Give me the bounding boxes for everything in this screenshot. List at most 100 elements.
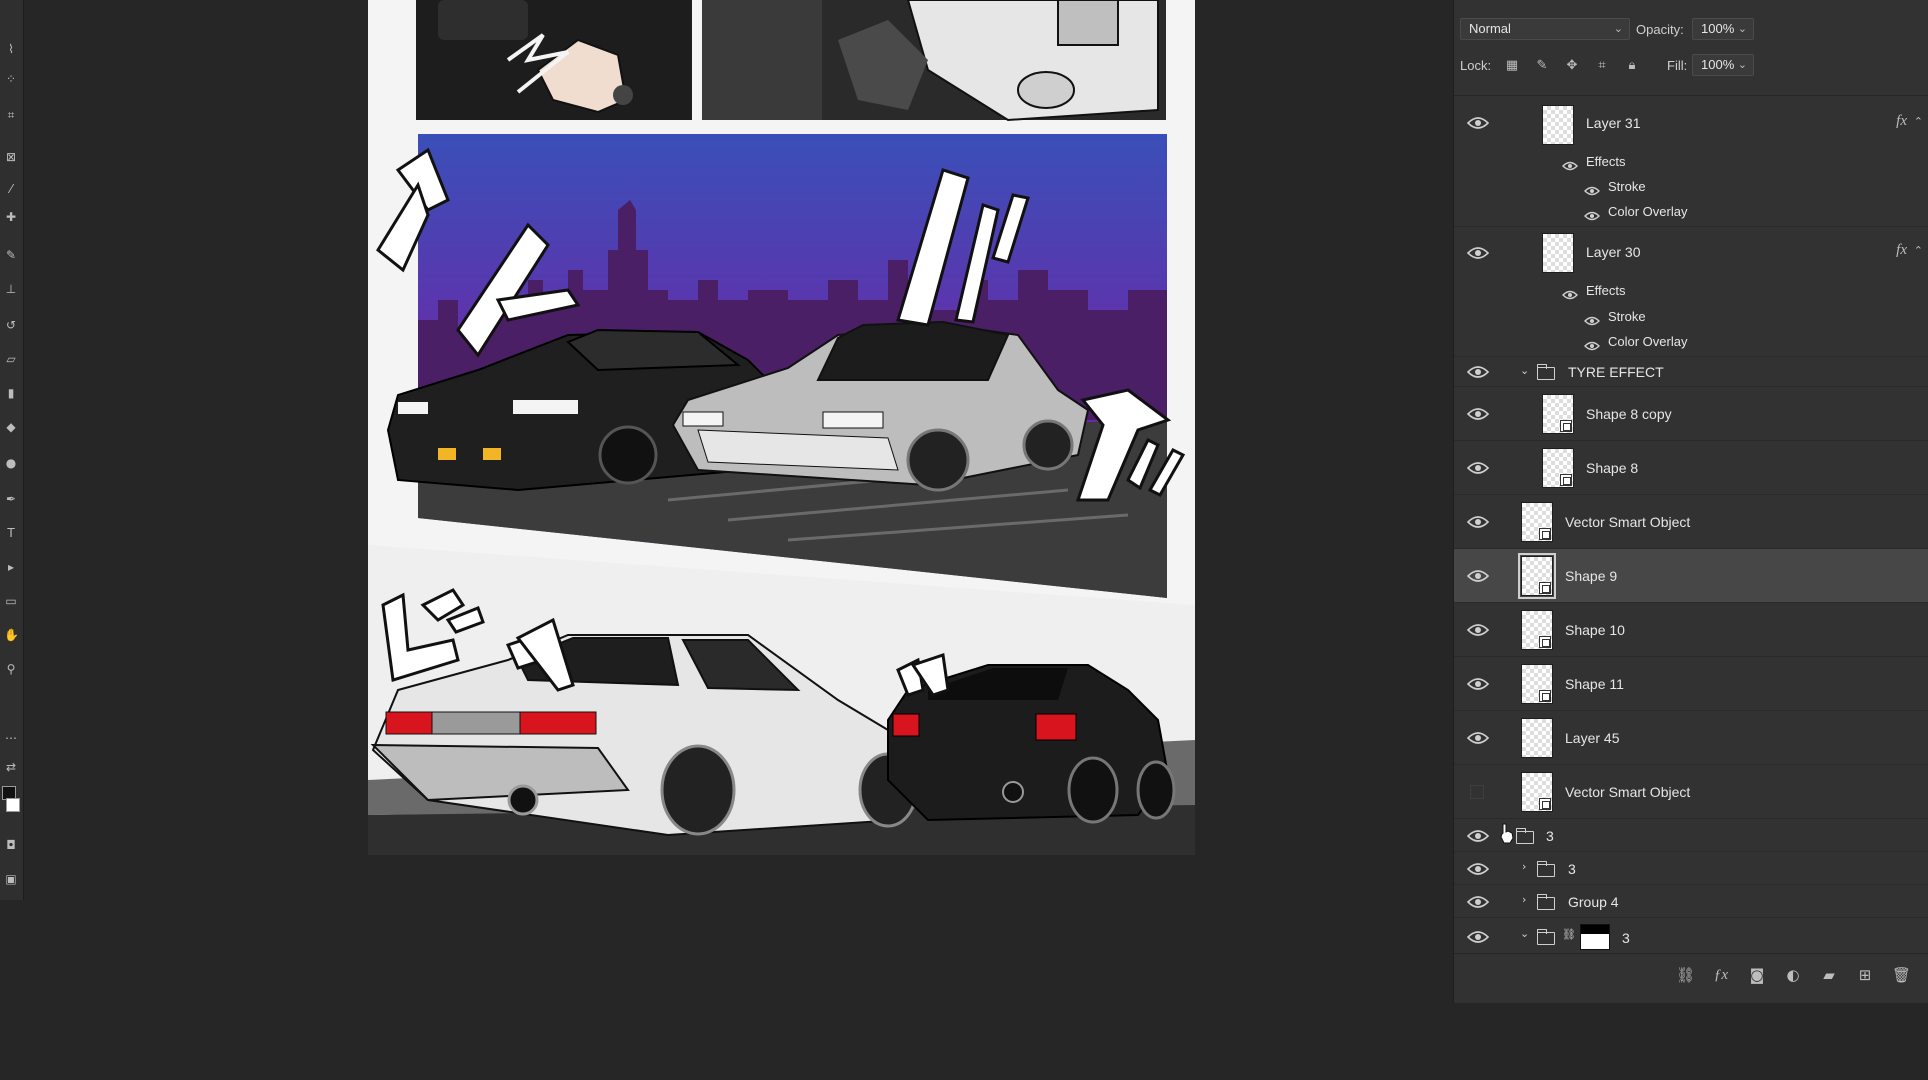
visibility-eye-icon[interactable] — [1467, 677, 1489, 691]
chevron-right-icon[interactable]: › — [1522, 893, 1526, 906]
layer-group-3-a[interactable]: 3 — [1454, 819, 1928, 852]
blend-mode-dropdown[interactable]: Normal ⌄ — [1460, 18, 1630, 40]
layer-effects-fx-icon[interactable]: fx — [1896, 113, 1907, 130]
mask-link-icon[interactable]: ⛓ — [1562, 928, 1576, 941]
visibility-eye-icon[interactable] — [1467, 116, 1489, 130]
brush-tool-icon[interactable]: ✎ — [4, 248, 18, 262]
new-layer-icon[interactable]: ⊞ — [1856, 966, 1874, 984]
path-select-tool-icon[interactable]: ▸ — [4, 560, 18, 574]
color-overlay-visibility-eye-icon[interactable] — [1584, 338, 1600, 351]
blur-tool-icon[interactable]: ◆ — [4, 420, 18, 434]
lock-transparent-pixels-icon[interactable]: ▦ — [1504, 58, 1520, 74]
visibility-eye-icon[interactable] — [1467, 862, 1489, 876]
lasso-tool-icon[interactable]: ⌇ — [4, 42, 18, 56]
visibility-toggle-off[interactable] — [1470, 785, 1484, 799]
layer-row-shape-11[interactable]: Shape 11 — [1454, 657, 1928, 711]
visibility-eye-icon[interactable] — [1467, 569, 1489, 583]
lock-position-icon[interactable]: ✥ — [1564, 58, 1580, 74]
eyedropper-tool-icon[interactable]: ⁄ — [4, 182, 18, 196]
collapse-effects-icon[interactable]: ⌃ — [1914, 244, 1923, 257]
opacity-field[interactable]: 100% ⌄ — [1692, 18, 1754, 40]
visibility-eye-icon[interactable] — [1467, 895, 1489, 909]
type-tool-icon[interactable]: T — [4, 526, 18, 540]
stroke-visibility-eye-icon[interactable] — [1584, 313, 1600, 326]
color-overlay-visibility-eye-icon[interactable] — [1584, 208, 1600, 221]
shape-layer-thumbnail — [1521, 610, 1553, 650]
effects-visibility-eye-icon[interactable] — [1562, 287, 1578, 300]
visibility-eye-icon[interactable] — [1467, 829, 1489, 843]
hand-tool-icon[interactable]: ✋ — [4, 628, 19, 642]
effect-stroke[interactable]: Stroke — [1608, 309, 1646, 324]
lock-artboard-icon[interactable]: ⌗ — [1594, 58, 1610, 74]
history-brush-icon[interactable]: ↺ — [4, 318, 18, 332]
layer-row-shape-9[interactable]: Shape 9 — [1454, 549, 1928, 603]
collapse-effects-icon[interactable]: ⌃ — [1914, 115, 1923, 128]
stamp-tool-icon[interactable]: ⊥ — [4, 282, 18, 296]
visibility-eye-icon[interactable] — [1467, 515, 1489, 529]
add-mask-icon[interactable]: ◙ — [1748, 966, 1766, 984]
rectangle-tool-icon[interactable]: ▭ — [4, 594, 18, 608]
layer-row-layer-45[interactable]: Layer 45 — [1454, 711, 1928, 765]
visibility-eye-icon[interactable] — [1467, 623, 1489, 637]
document-canvas[interactable] — [368, 0, 1195, 855]
swap-colors-icon[interactable]: ⇄ — [4, 760, 18, 774]
link-layers-icon[interactable]: ⛓ — [1676, 966, 1695, 984]
layer-thumbnail — [1521, 718, 1553, 758]
eraser-tool-icon[interactable]: ▱ — [4, 352, 18, 366]
visibility-eye-icon[interactable] — [1467, 246, 1489, 260]
quick-select-tool-icon[interactable]: ⁘ — [4, 72, 18, 86]
layer-group-group-4[interactable]: › Group 4 — [1454, 885, 1928, 918]
adjustment-layer-icon[interactable]: ◐ — [1784, 966, 1802, 984]
layer-name: Group 4 — [1568, 894, 1619, 910]
chevron-down-icon[interactable]: ⌄ — [1738, 55, 1747, 75]
fill-field[interactable]: 100% ⌄ — [1692, 54, 1754, 76]
quick-mask-icon[interactable]: ◘ — [4, 838, 18, 852]
layer-row-layer-30[interactable]: Layer 30 fx ⌃ Effects Stroke Color Overl… — [1454, 227, 1928, 357]
healing-tool-icon[interactable]: ✚ — [4, 210, 18, 224]
chevron-down-icon[interactable]: ⌄ — [1520, 927, 1529, 940]
screen-mode-icon[interactable]: ▣ — [4, 872, 18, 886]
layer-row-vector-smart-object[interactable]: Vector Smart Object — [1454, 495, 1928, 549]
layer-group-3-b[interactable]: › 3 — [1454, 852, 1928, 885]
chevron-down-icon[interactable]: ⌄ — [1520, 364, 1529, 377]
visibility-eye-icon[interactable] — [1467, 461, 1489, 475]
visibility-eye-icon[interactable] — [1467, 930, 1489, 944]
layer-row-layer-31[interactable]: Layer 31 fx ⌃ Effects Stroke Color Overl… — [1454, 97, 1928, 227]
stroke-visibility-eye-icon[interactable] — [1584, 183, 1600, 196]
frame-tool-icon[interactable]: ⊠ — [4, 150, 18, 164]
chevron-right-icon[interactable]: › — [1522, 860, 1526, 873]
effect-color-overlay[interactable]: Color Overlay — [1608, 334, 1687, 349]
hand-cursor-icon — [1500, 823, 1514, 844]
visibility-eye-icon[interactable] — [1467, 731, 1489, 745]
layer-name: TYRE EFFECT — [1568, 364, 1664, 380]
layer-group-tyre-effect[interactable]: ⌄ TYRE EFFECT — [1454, 357, 1928, 387]
gradient-tool-icon[interactable]: ▮ — [4, 386, 18, 400]
lock-image-pixels-icon[interactable]: ✎ — [1534, 58, 1550, 74]
layer-mask-thumbnail[interactable] — [1580, 924, 1610, 950]
layer-row-shape-8[interactable]: Shape 8 — [1454, 441, 1928, 495]
effect-stroke[interactable]: Stroke — [1608, 179, 1646, 194]
layer-group-3-masked[interactable]: ⌄ ⛓ 3 — [1454, 918, 1928, 953]
lock-all-icon[interactable]: 🔒︎ — [1624, 58, 1640, 74]
more-tools-icon[interactable]: … — [4, 728, 18, 742]
new-group-folder-icon[interactable]: ▰ — [1820, 966, 1838, 984]
effect-color-overlay[interactable]: Color Overlay — [1608, 204, 1687, 219]
add-layer-style-fx-icon[interactable]: ƒx — [1712, 966, 1730, 984]
layer-effects-fx-icon[interactable]: fx — [1896, 242, 1907, 259]
layer-row-shape-8-copy[interactable]: Shape 8 copy — [1454, 387, 1928, 441]
dodge-tool-icon[interactable]: ● — [4, 456, 18, 470]
background-color-swatch[interactable] — [6, 798, 20, 812]
effects-visibility-eye-icon[interactable] — [1562, 158, 1578, 171]
zoom-tool-icon[interactable]: ⚲ — [4, 662, 18, 676]
layer-row-shape-10[interactable]: Shape 10 — [1454, 603, 1928, 657]
trash-icon[interactable]: 🗑︎ — [1892, 966, 1911, 984]
shape-badge-icon — [1539, 636, 1551, 648]
chevron-down-icon[interactable]: ⌄ — [1738, 19, 1747, 39]
top-left-panel — [416, 0, 692, 120]
top-right-panel — [702, 0, 1166, 122]
crop-tool-icon[interactable]: ⌗ — [4, 108, 18, 122]
visibility-eye-icon[interactable] — [1467, 407, 1489, 421]
visibility-eye-icon[interactable] — [1467, 365, 1489, 379]
pen-tool-icon[interactable]: ✒ — [4, 492, 18, 506]
layer-row-vector-smart-object-hidden[interactable]: Vector Smart Object — [1454, 765, 1928, 819]
